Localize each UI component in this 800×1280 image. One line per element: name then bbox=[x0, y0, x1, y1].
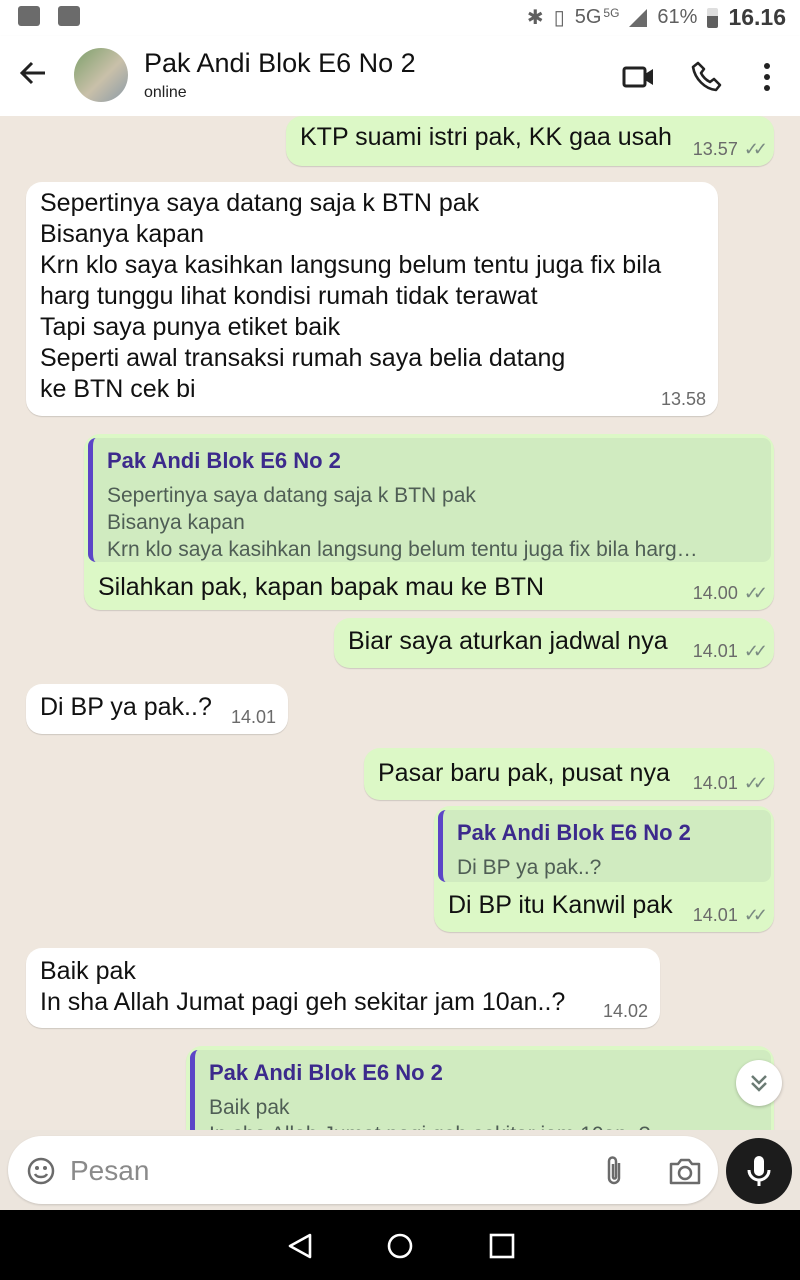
vibrate-icon: ▯ bbox=[553, 7, 565, 29]
outgoing-message[interactable]: Pasar baru pak, pusat nya 14.01 ✓✓ bbox=[364, 748, 774, 800]
message-text: Pasar baru pak, pusat nya bbox=[378, 759, 670, 787]
image-notification-icon bbox=[58, 6, 80, 26]
message-composer bbox=[8, 1136, 718, 1204]
read-ticks-icon: ✓✓ bbox=[743, 641, 768, 661]
message-meta: 14.02 bbox=[603, 1001, 648, 1022]
incoming-message[interactable]: Sepertinya saya datang saja k BTN pak Bi… bbox=[26, 182, 718, 416]
read-ticks-icon: ✓✓ bbox=[743, 139, 768, 159]
message-input[interactable] bbox=[68, 1152, 572, 1190]
quote-text: Sepertinya saya datang saja k BTN pak Bi… bbox=[107, 484, 698, 561]
back-arrow-icon[interactable] bbox=[18, 58, 48, 94]
nav-back-icon[interactable] bbox=[286, 1232, 314, 1265]
chat-header: Pak Andi Blok E6 No 2 online bbox=[0, 36, 800, 116]
message-text: Di BP itu Kanwil pak bbox=[448, 891, 673, 919]
quote-text: Baik pak In sha Allah Jumat pagi geh sek… bbox=[209, 1096, 650, 1130]
message-text: Di BP ya pak..? bbox=[40, 693, 212, 721]
bluetooth-icon: ✱ bbox=[526, 7, 544, 29]
message-text: Silahkan pak, kapan bapak mau ke BTN bbox=[98, 573, 545, 601]
message-time: 13.58 bbox=[660, 389, 706, 409]
network-badge: 5G bbox=[603, 5, 620, 20]
message-notification-icon bbox=[18, 6, 40, 26]
quote-author: Pak Andi Blok E6 No 2 bbox=[457, 820, 691, 845]
voice-call-icon[interactable] bbox=[690, 60, 724, 94]
message-time: 14.01 bbox=[692, 641, 738, 661]
message-text: Biar saya aturkan jadwal nya bbox=[348, 627, 668, 655]
quote-text: Di BP ya pak..? bbox=[457, 856, 602, 879]
outgoing-message[interactable]: KTP suami istri pak, KK gaa usah 13.57 ✓… bbox=[286, 116, 774, 166]
nav-recents-icon[interactable] bbox=[488, 1232, 516, 1265]
outgoing-reply-message[interactable]: Pak Andi Blok E6 No 2 Di BP ya pak..? Di… bbox=[434, 806, 774, 932]
network-type: 5G bbox=[574, 6, 602, 28]
message-meta: 14.00 ✓✓ bbox=[692, 583, 768, 604]
message-text: KTP suami istri pak, KK gaa usah bbox=[300, 123, 672, 151]
message-time: 14.01 bbox=[692, 773, 738, 793]
message-time: 14.02 bbox=[602, 1001, 648, 1021]
message-time: 14.01 bbox=[692, 905, 738, 925]
outgoing-reply-message[interactable]: Pak Andi Blok E6 No 2 Sepertinya saya da… bbox=[84, 434, 774, 610]
quoted-message[interactable]: Pak Andi Blok E6 No 2 Baik pak In sha Al… bbox=[190, 1050, 771, 1130]
system-nav-bar bbox=[0, 1210, 800, 1280]
battery-percent: 61% bbox=[657, 6, 698, 28]
message-meta: 14.01 ✓✓ bbox=[692, 773, 768, 794]
message-meta: 14.01 ✓✓ bbox=[692, 905, 768, 926]
battery-icon bbox=[707, 7, 719, 28]
chat-area[interactable]: KTP suami istri pak, KK gaa usah 13.57 ✓… bbox=[0, 116, 800, 1130]
message-meta: 14.01 bbox=[231, 707, 276, 728]
quote-author: Pak Andi Blok E6 No 2 bbox=[209, 1060, 443, 1085]
contact-name[interactable]: Pak Andi Blok E6 No 2 bbox=[144, 48, 416, 79]
scroll-to-bottom-button[interactable] bbox=[736, 1060, 782, 1106]
contact-status: online bbox=[144, 84, 187, 101]
read-ticks-icon: ✓✓ bbox=[743, 905, 768, 925]
nav-home-icon[interactable] bbox=[386, 1232, 414, 1265]
outgoing-message[interactable]: Biar saya aturkan jadwal nya 14.01 ✓✓ bbox=[334, 618, 774, 668]
message-meta: 13.58 bbox=[661, 389, 706, 410]
message-time: 13.57 bbox=[692, 139, 738, 159]
message-meta: 14.01 ✓✓ bbox=[692, 641, 768, 662]
read-ticks-icon: ✓✓ bbox=[743, 773, 768, 793]
message-meta: 13.57 ✓✓ bbox=[692, 139, 768, 160]
attachment-icon[interactable] bbox=[602, 1154, 628, 1188]
microphone-button[interactable] bbox=[726, 1138, 792, 1204]
clock: 16.16 bbox=[728, 4, 786, 30]
signal-icon bbox=[629, 8, 648, 27]
message-time: 14.01 bbox=[230, 707, 276, 727]
message-text: Sepertinya saya datang saja k BTN pak Bi… bbox=[40, 189, 662, 403]
emoji-icon[interactable] bbox=[26, 1156, 56, 1186]
message-text: Baik pak In sha Allah Jumat pagi geh sek… bbox=[40, 957, 566, 1016]
more-options-icon[interactable] bbox=[754, 60, 780, 94]
read-ticks-icon: ✓✓ bbox=[743, 583, 768, 603]
quoted-message[interactable]: Pak Andi Blok E6 No 2 Sepertinya saya da… bbox=[88, 438, 771, 562]
quoted-message[interactable]: Pak Andi Blok E6 No 2 Di BP ya pak..? bbox=[438, 810, 771, 882]
incoming-message[interactable]: Baik pak In sha Allah Jumat pagi geh sek… bbox=[26, 948, 660, 1028]
status-bar: ✱ ▯ 5G 5G 61% 16.16 bbox=[0, 0, 800, 36]
quote-author: Pak Andi Blok E6 No 2 bbox=[107, 448, 341, 473]
incoming-message[interactable]: Di BP ya pak..? 14.01 bbox=[26, 684, 288, 734]
video-call-icon[interactable] bbox=[622, 60, 656, 94]
outgoing-reply-message[interactable]: Pak Andi Blok E6 No 2 Baik pak In sha Al… bbox=[186, 1046, 774, 1130]
message-time: 14.00 bbox=[692, 583, 738, 603]
avatar[interactable] bbox=[74, 48, 128, 102]
camera-icon[interactable] bbox=[668, 1156, 702, 1186]
